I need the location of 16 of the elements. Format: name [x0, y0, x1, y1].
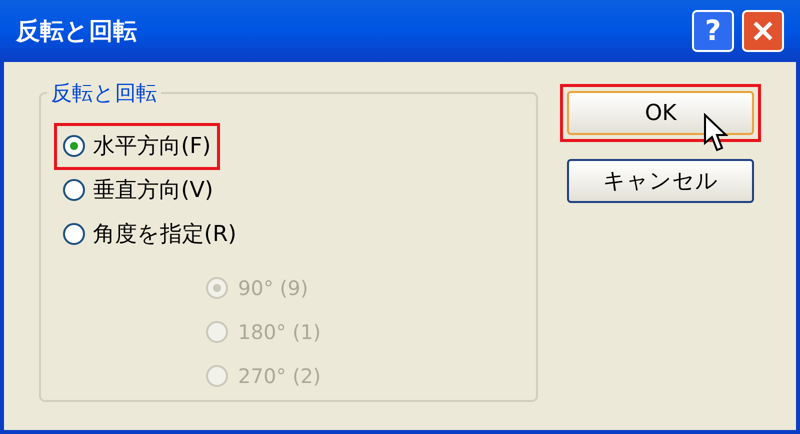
- window-title: 反転と回転: [16, 16, 138, 47]
- option-label: 水平方向(F): [93, 132, 211, 160]
- radio-button[interactable]: [63, 179, 85, 201]
- option-label: 角度を指定(R): [93, 220, 236, 248]
- ok-button[interactable]: OK: [567, 91, 754, 135]
- radio-button[interactable]: [63, 135, 85, 157]
- mouse-pointer-icon: [703, 113, 730, 153]
- option-label: 垂直方向(V): [93, 176, 214, 204]
- radio-button[interactable]: [63, 223, 85, 245]
- cancel-button[interactable]: キャンセル: [567, 159, 754, 203]
- angle-label: 180° (1): [238, 319, 321, 346]
- angle-label: 270° (2): [238, 363, 321, 390]
- angle-label: 90° (9): [238, 275, 308, 302]
- close-button[interactable]: [742, 10, 784, 52]
- close-icon: [751, 19, 775, 43]
- help-button[interactable]: ?: [692, 10, 734, 52]
